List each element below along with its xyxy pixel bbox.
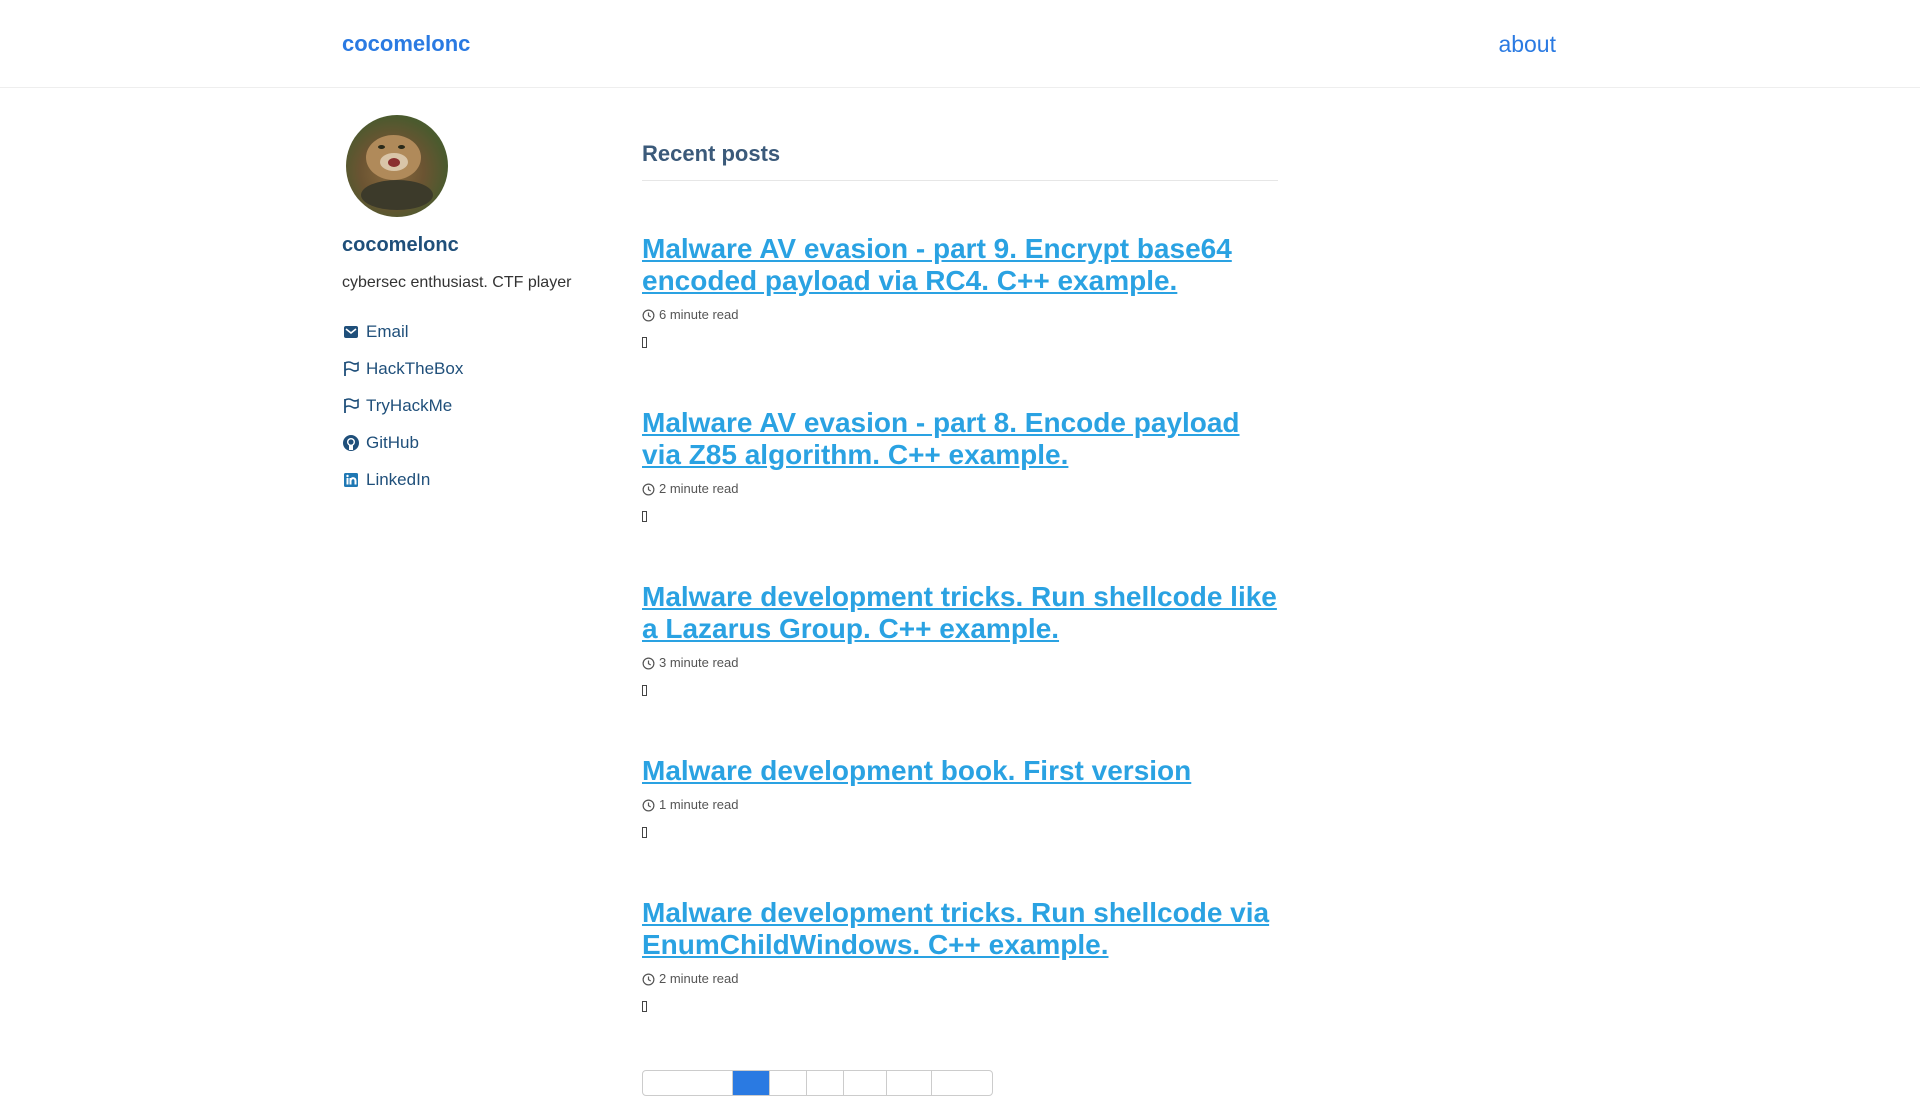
author-link-label[interactable]: HackTheBox [366, 359, 463, 379]
post-meta: 2 minute read [642, 971, 1278, 987]
post-excerpt [642, 333, 1278, 349]
main-content: Recent posts Malware AV evasion - part 9… [642, 140, 1278, 1013]
clock-icon [642, 799, 655, 811]
pagination-next[interactable] [932, 1071, 992, 1095]
author-sidebar: cocomelonc cybersec enthusiast. CTF play… [342, 115, 602, 498]
post-excerpt [642, 681, 1278, 697]
author-link-tryhackme[interactable]: TryHackMe [342, 387, 602, 424]
author-links: Email HackTheBox TryHackMe GitHub Linked… [342, 313, 602, 498]
section-title: Recent posts [642, 140, 1278, 181]
avatar [346, 115, 448, 217]
post-title-link[interactable]: Malware development tricks. Run shellcod… [642, 581, 1278, 645]
post-item: Malware AV evasion - part 9. Encrypt bas… [642, 233, 1278, 349]
post-item: Malware development tricks. Run shellcod… [642, 897, 1278, 1013]
post-title-link[interactable]: Malware AV evasion - part 9. Encrypt bas… [642, 233, 1278, 297]
author-link-hackthebox[interactable]: HackTheBox [342, 350, 602, 387]
author-link-label[interactable]: Email [366, 322, 409, 342]
author-link-label[interactable]: LinkedIn [366, 470, 430, 490]
read-time: 3 minute read [659, 655, 739, 670]
post-excerpt [642, 997, 1278, 1013]
masthead: cocomelonc about [0, 0, 1920, 88]
post-title-link[interactable]: Malware development book. First version [642, 755, 1278, 787]
pagination [642, 1070, 993, 1096]
author-link-label[interactable]: TryHackMe [366, 396, 452, 416]
post-item: Malware development book. First version … [642, 755, 1278, 839]
site-title-link[interactable]: cocomelonc [342, 32, 470, 56]
post-item: Malware development tricks. Run shellcod… [642, 581, 1278, 697]
post-meta: 6 minute read [642, 307, 1278, 323]
read-time: 2 minute read [659, 971, 739, 986]
author-link-github[interactable]: GitHub [342, 424, 602, 461]
clock-icon [642, 483, 655, 495]
author-link-label[interactable]: GitHub [366, 433, 419, 453]
pagination-page[interactable] [807, 1071, 844, 1095]
read-time: 1 minute read [659, 797, 739, 812]
pagination-page-current[interactable] [733, 1071, 770, 1095]
author-bio: cybersec enthusiast. CTF player [342, 274, 572, 291]
post-excerpt [642, 507, 1278, 523]
pagination-page[interactable] [887, 1071, 932, 1095]
linkedin-icon [342, 471, 360, 489]
post-title-link[interactable]: Malware AV evasion - part 8. Encode payl… [642, 407, 1278, 471]
clock-icon [642, 309, 655, 321]
post-meta: 1 minute read [642, 797, 1278, 813]
pagination-page[interactable] [770, 1071, 807, 1095]
author-link-email[interactable]: Email [342, 313, 602, 350]
nav-about-link[interactable]: about [1498, 31, 1556, 57]
pagination-page[interactable] [844, 1071, 887, 1095]
post-meta: 3 minute read [642, 655, 1278, 671]
clock-icon [642, 973, 655, 985]
author-name: cocomelonc [342, 234, 459, 256]
post-title-link[interactable]: Malware development tricks. Run shellcod… [642, 897, 1278, 961]
read-time: 6 minute read [659, 307, 739, 322]
post-item: Malware AV evasion - part 8. Encode payl… [642, 407, 1278, 523]
pagination-previous[interactable] [643, 1071, 733, 1095]
flag-icon [342, 397, 360, 415]
read-time: 2 minute read [659, 481, 739, 496]
post-excerpt [642, 823, 1278, 839]
clock-icon [642, 657, 655, 669]
author-link-linkedin[interactable]: LinkedIn [342, 461, 602, 498]
email-icon [342, 323, 360, 341]
github-icon [342, 434, 360, 452]
post-meta: 2 minute read [642, 481, 1278, 497]
flag-icon [342, 360, 360, 378]
